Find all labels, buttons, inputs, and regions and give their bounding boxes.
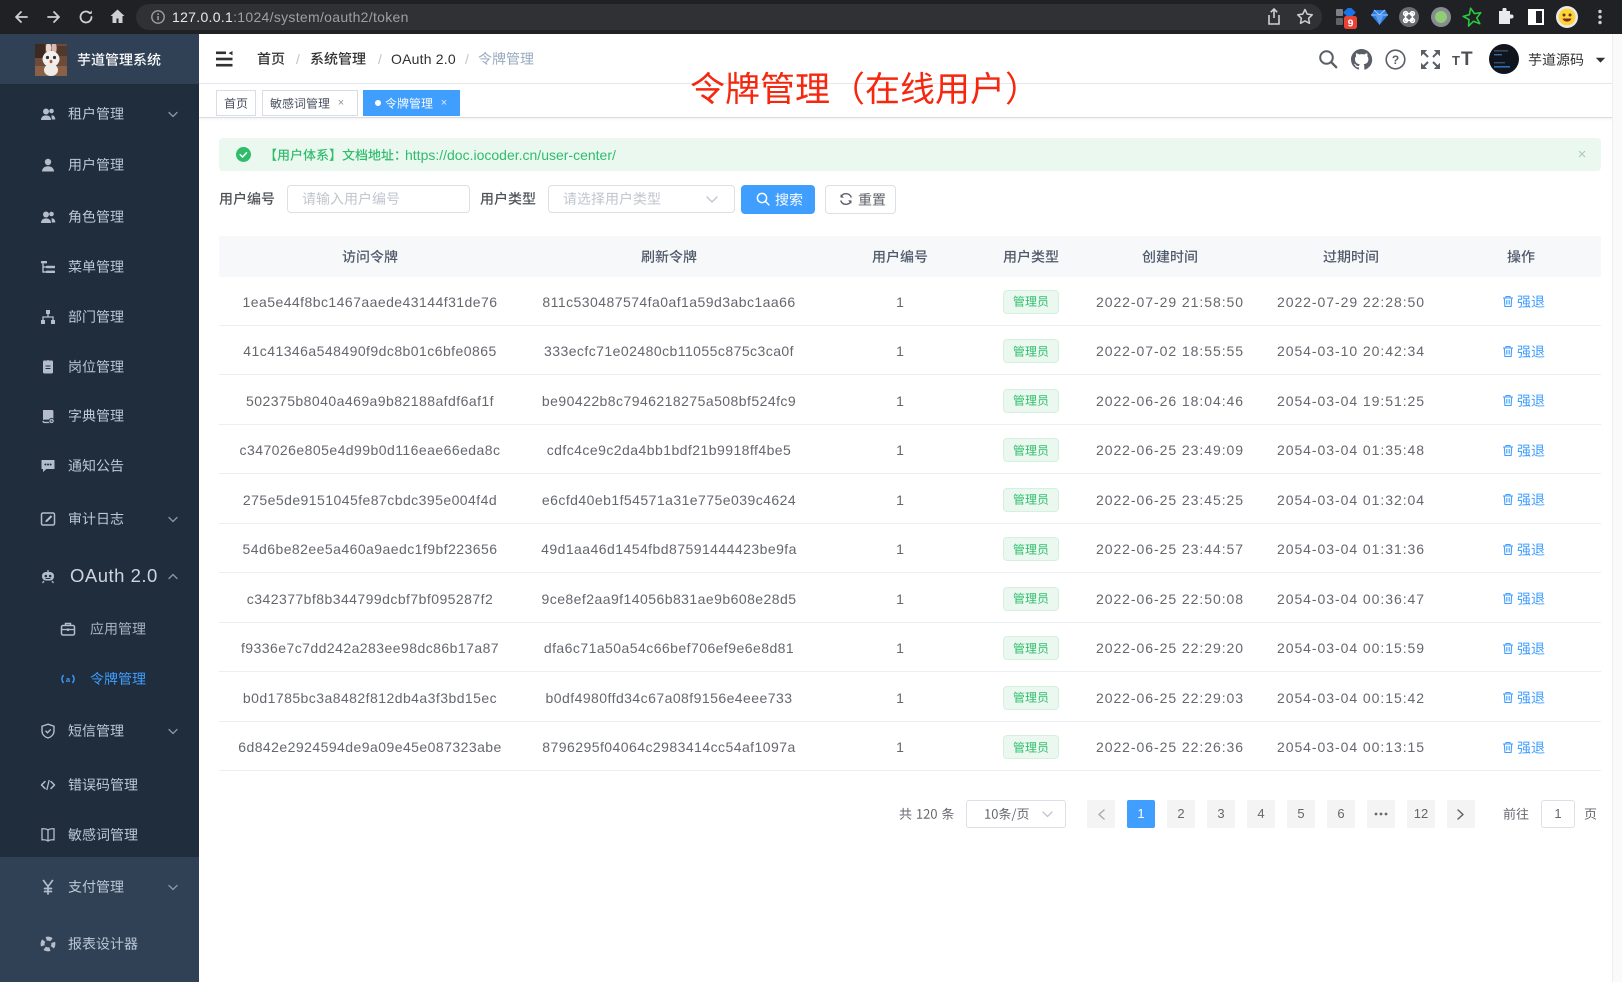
svg-text:9: 9 xyxy=(1348,18,1354,30)
svg-text:?: ? xyxy=(1392,53,1399,67)
svg-text:a: a xyxy=(66,675,71,684)
